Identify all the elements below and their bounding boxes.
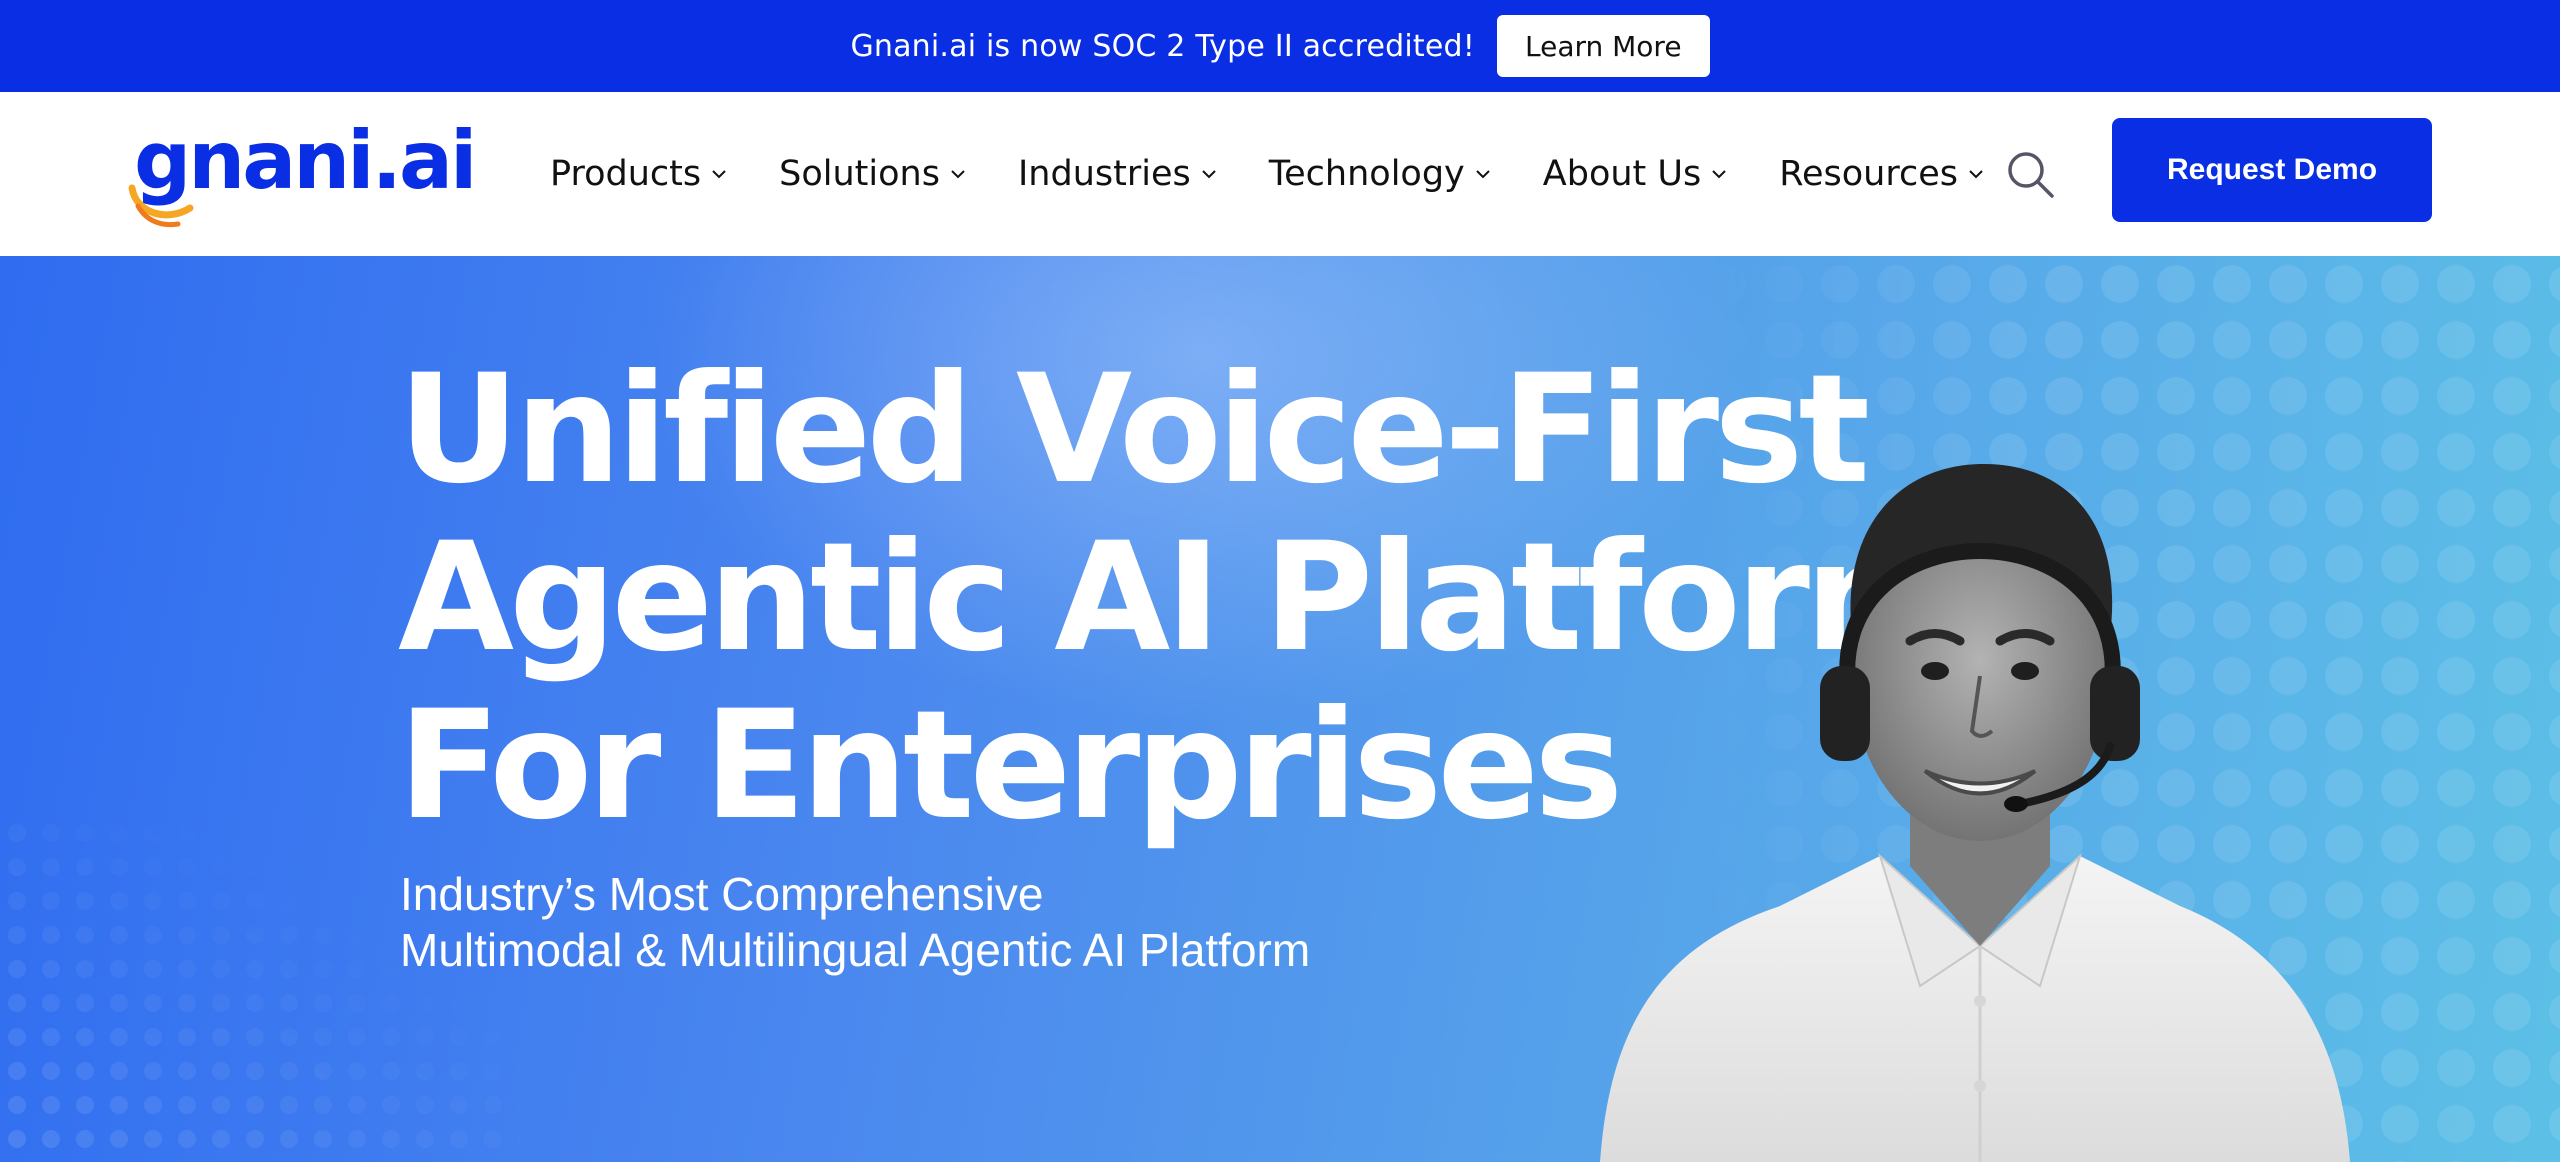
hero-section: Unified Voice-First Agentic AI Platform …: [0, 256, 2560, 1162]
nav-item-label: Solutions: [779, 154, 940, 194]
agent-with-headset-image: [1600, 463, 2350, 1162]
chevron-down-icon: [950, 169, 966, 179]
announcement-bar: Gnani.ai is now SOC 2 Type II accredited…: [0, 0, 2560, 92]
nav-item-solutions[interactable]: Solutions: [779, 154, 966, 194]
nav-item-resources[interactable]: Resources: [1779, 154, 1984, 194]
nav-item-label: About Us: [1542, 154, 1702, 194]
hero-subtitle-line: Industry’s Most Comprehensive: [400, 868, 1044, 920]
nav-item-label: Resources: [1779, 154, 1958, 194]
chevron-down-icon: [1968, 169, 1984, 179]
chevron-down-icon: [1201, 169, 1217, 179]
announcement-text: Gnani.ai is now SOC 2 Type II accredited…: [850, 28, 1475, 64]
hero-subtitle-line: Multimodal & Multilingual Agentic AI Pla…: [400, 924, 1311, 976]
site-header: gnani.ai Products Solutions Industries T…: [0, 92, 2560, 256]
chevron-down-icon: [711, 169, 727, 179]
nav-item-label: Technology: [1268, 154, 1465, 194]
logo[interactable]: gnani.ai: [128, 114, 477, 234]
learn-more-button[interactable]: Learn More: [1496, 15, 1710, 77]
search-icon[interactable]: [2006, 150, 2056, 200]
chevron-down-icon: [1475, 169, 1491, 179]
nav-item-about-us[interactable]: About Us: [1543, 154, 1727, 194]
nav-item-technology[interactable]: Technology: [1269, 154, 1491, 194]
chevron-down-icon: [1711, 169, 1727, 179]
logo-swoosh-icon: [128, 184, 194, 228]
request-demo-button[interactable]: Request Demo: [2112, 118, 2432, 222]
nav-item-label: Industries: [1017, 154, 1191, 194]
nav-item-products[interactable]: Products: [550, 154, 727, 194]
nav-item-label: Products: [550, 154, 702, 194]
hero-subtitle: Industry’s Most Comprehensive Multimodal…: [400, 866, 1310, 978]
nav-item-industries[interactable]: Industries: [1018, 154, 1217, 194]
main-nav: Products Solutions Industries Technology…: [550, 92, 2036, 256]
